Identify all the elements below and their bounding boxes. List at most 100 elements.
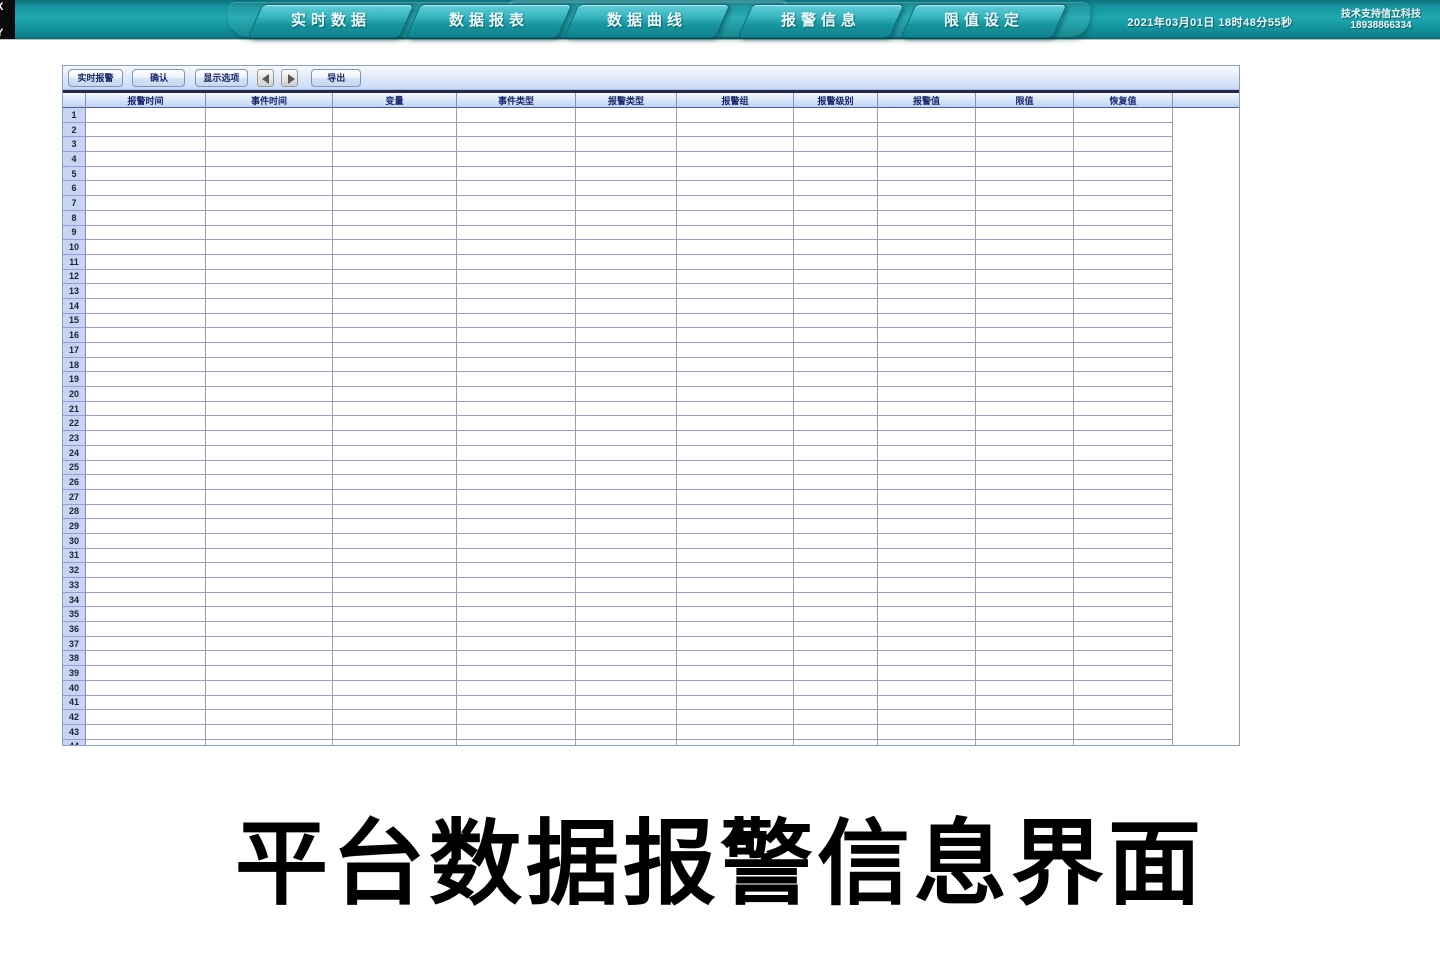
data-cell[interactable] — [976, 549, 1074, 564]
row-number-cell[interactable]: 15 — [63, 314, 86, 329]
data-cell[interactable] — [206, 607, 333, 622]
data-cell[interactable] — [1074, 696, 1173, 711]
data-cell[interactable] — [677, 284, 794, 299]
data-cell[interactable] — [794, 137, 878, 152]
data-cell[interactable] — [677, 431, 794, 446]
data-cell[interactable] — [86, 343, 206, 358]
data-cell[interactable] — [86, 299, 206, 314]
data-cell[interactable] — [976, 431, 1074, 446]
data-cell[interactable] — [1074, 299, 1173, 314]
data-cell[interactable] — [1074, 651, 1173, 666]
data-cell[interactable] — [86, 270, 206, 285]
data-cell[interactable] — [86, 505, 206, 520]
data-cell[interactable] — [576, 167, 677, 182]
data-cell[interactable] — [794, 607, 878, 622]
data-cell[interactable] — [878, 461, 976, 476]
data-cell[interactable] — [86, 475, 206, 490]
data-cell[interactable] — [677, 549, 794, 564]
row-number-cell[interactable]: 5 — [63, 167, 86, 182]
data-cell[interactable] — [206, 563, 333, 578]
data-cell[interactable] — [86, 725, 206, 740]
data-cell[interactable] — [333, 490, 457, 505]
data-cell[interactable] — [333, 299, 457, 314]
data-cell[interactable] — [576, 402, 677, 417]
data-cell[interactable] — [878, 607, 976, 622]
data-cell[interactable] — [976, 505, 1074, 520]
tab-data-curve[interactable]: 数据曲线 — [563, 4, 730, 38]
data-cell[interactable] — [206, 255, 333, 270]
data-cell[interactable] — [677, 343, 794, 358]
data-cell[interactable] — [794, 519, 878, 534]
data-cell[interactable] — [206, 519, 333, 534]
row-number-cell[interactable]: 3 — [63, 137, 86, 152]
data-cell[interactable] — [794, 461, 878, 476]
data-cell[interactable] — [333, 328, 457, 343]
data-cell[interactable] — [878, 181, 976, 196]
data-cell[interactable] — [457, 490, 576, 505]
data-cell[interactable] — [86, 402, 206, 417]
data-cell[interactable] — [976, 696, 1074, 711]
data-cell[interactable] — [794, 167, 878, 182]
data-cell[interactable] — [333, 622, 457, 637]
data-cell[interactable] — [1074, 328, 1173, 343]
data-cell[interactable] — [206, 167, 333, 182]
data-cell[interactable] — [1074, 270, 1173, 285]
data-cell[interactable] — [333, 651, 457, 666]
data-cell[interactable] — [333, 167, 457, 182]
data-cell[interactable] — [457, 578, 576, 593]
data-cell[interactable] — [976, 152, 1074, 167]
data-cell[interactable] — [206, 402, 333, 417]
data-cell[interactable] — [457, 211, 576, 226]
data-cell[interactable] — [333, 123, 457, 138]
data-cell[interactable] — [86, 181, 206, 196]
data-cell[interactable] — [206, 299, 333, 314]
data-cell[interactable] — [878, 123, 976, 138]
data-cell[interactable] — [457, 372, 576, 387]
data-cell[interactable] — [976, 607, 1074, 622]
confirm-button[interactable]: 确认 — [132, 69, 185, 87]
data-cell[interactable] — [457, 446, 576, 461]
data-cell[interactable] — [677, 137, 794, 152]
data-cell[interactable] — [1074, 461, 1173, 476]
row-number-cell[interactable]: 43 — [63, 725, 86, 740]
data-cell[interactable] — [878, 725, 976, 740]
data-cell[interactable] — [878, 637, 976, 652]
data-cell[interactable] — [333, 196, 457, 211]
data-cell[interactable] — [1074, 593, 1173, 608]
data-cell[interactable] — [1074, 196, 1173, 211]
data-cell[interactable] — [457, 593, 576, 608]
data-cell[interactable] — [86, 490, 206, 505]
data-cell[interactable] — [333, 152, 457, 167]
data-cell[interactable] — [677, 666, 794, 681]
data-cell[interactable] — [206, 637, 333, 652]
data-cell[interactable] — [794, 651, 878, 666]
data-cell[interactable] — [333, 681, 457, 696]
data-cell[interactable] — [86, 461, 206, 476]
data-cell[interactable] — [457, 475, 576, 490]
data-cell[interactable] — [1074, 181, 1173, 196]
data-cell[interactable] — [677, 475, 794, 490]
data-cell[interactable] — [878, 196, 976, 211]
data-cell[interactable] — [976, 519, 1074, 534]
data-cell[interactable] — [333, 505, 457, 520]
data-cell[interactable] — [576, 211, 677, 226]
data-cell[interactable] — [976, 725, 1074, 740]
data-cell[interactable] — [576, 137, 677, 152]
data-cell[interactable] — [457, 431, 576, 446]
data-cell[interactable] — [576, 534, 677, 549]
data-cell[interactable] — [1074, 167, 1173, 182]
data-cell[interactable] — [976, 211, 1074, 226]
data-cell[interactable] — [457, 314, 576, 329]
data-cell[interactable] — [206, 343, 333, 358]
data-cell[interactable] — [457, 666, 576, 681]
data-cell[interactable] — [976, 593, 1074, 608]
data-cell[interactable] — [576, 549, 677, 564]
data-cell[interactable] — [457, 637, 576, 652]
row-number-cell[interactable]: 2 — [63, 123, 86, 138]
data-cell[interactable] — [457, 255, 576, 270]
data-cell[interactable] — [794, 123, 878, 138]
data-cell[interactable] — [206, 314, 333, 329]
data-cell[interactable] — [86, 681, 206, 696]
data-cell[interactable] — [457, 240, 576, 255]
data-cell[interactable] — [794, 578, 878, 593]
